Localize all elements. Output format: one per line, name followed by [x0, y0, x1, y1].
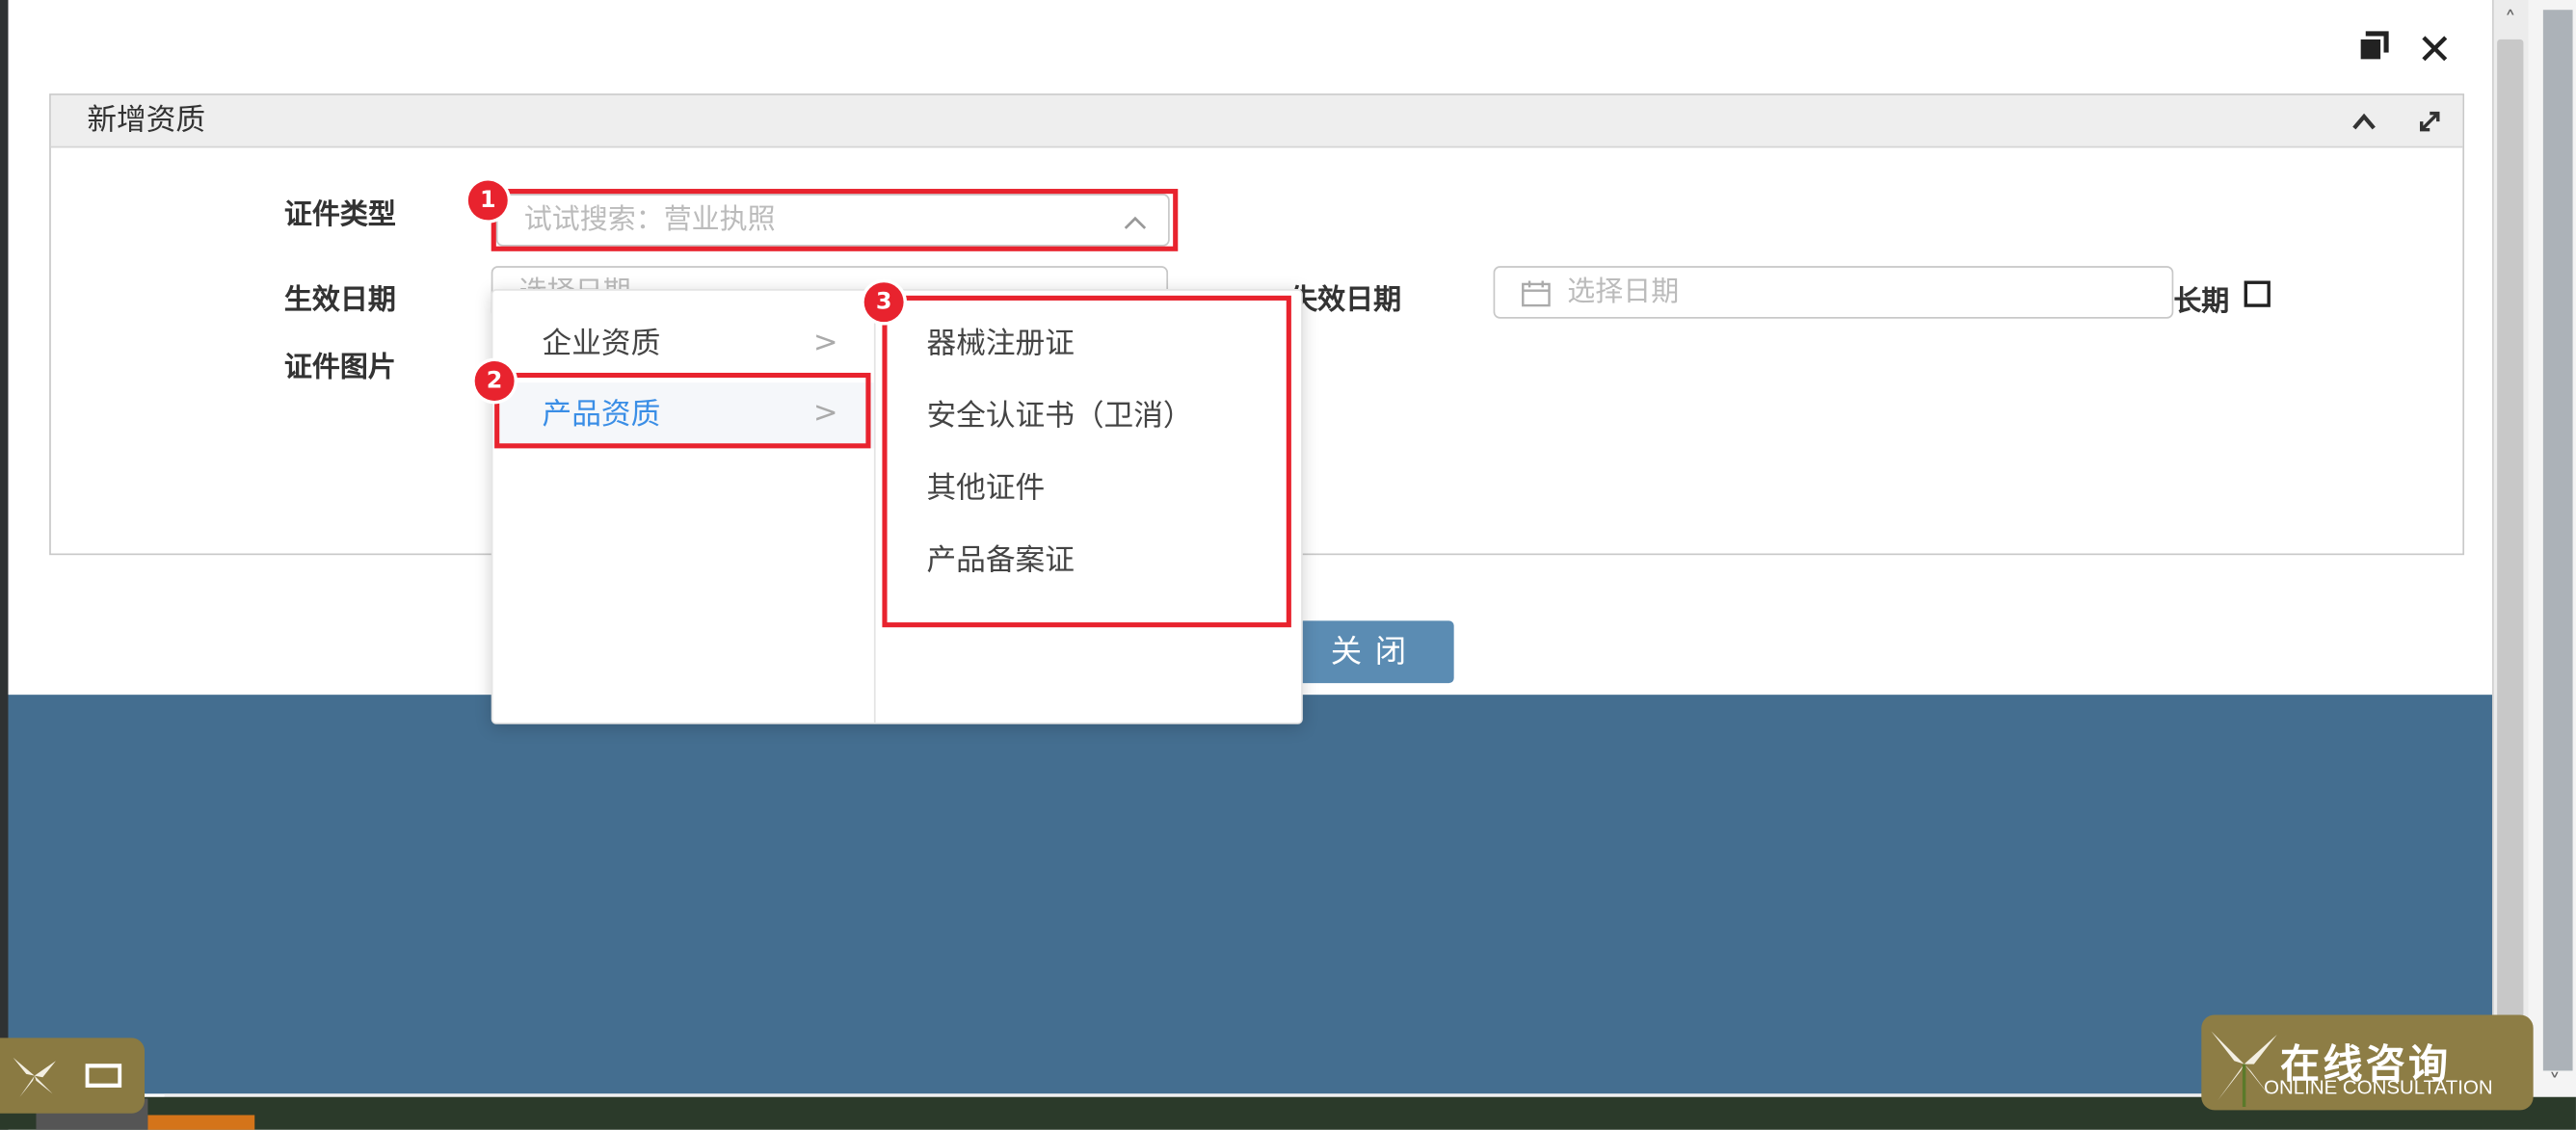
lily-flower-icon	[13, 1057, 56, 1097]
outer-scroll-thumb[interactable]	[2542, 10, 2573, 1071]
restore-icon[interactable]	[2348, 26, 2401, 79]
long-term-label: 长期	[2173, 285, 2230, 318]
long-term-checkbox[interactable]	[2244, 280, 2271, 307]
scroll-up-icon[interactable]: ˄	[2492, 3, 2529, 39]
calendar-icon	[1522, 280, 1551, 307]
chevron-right-icon: >	[812, 325, 838, 360]
collapse-icon[interactable]	[2334, 102, 2393, 142]
cascader-divider	[873, 290, 876, 723]
panel-header: 新增资质	[50, 94, 2463, 148]
highlight-box-3	[882, 295, 1291, 628]
panel-title: 新增资质	[87, 103, 206, 139]
expiry-date-label: 失效日期	[1289, 283, 1402, 316]
cascader-option-label: 企业资质	[542, 327, 661, 362]
step-badge-2: 2	[474, 361, 515, 401]
step-badge-3: 3	[863, 282, 904, 323]
taskbar	[0, 1096, 2576, 1130]
expiry-date-input[interactable]: 选择日期	[1493, 266, 2174, 319]
chevron-up-icon	[2352, 113, 2376, 130]
cascader-option-enterprise[interactable]: 企业资质 >	[492, 314, 873, 380]
highlight-box-1	[491, 189, 1179, 251]
expand-icon[interactable]	[2401, 102, 2459, 142]
expiry-date-placeholder: 选择日期	[1567, 276, 1680, 309]
highlight-box-2	[494, 372, 871, 449]
window-left-edge	[0, 0, 9, 1130]
page-backdrop	[8, 695, 2493, 1094]
floating-widget-left[interactable]	[0, 1038, 146, 1114]
close-dialog-button[interactable]: 关闭	[1296, 620, 1454, 684]
consultation-subtitle: ONLINE CONSULTATION	[2264, 1075, 2493, 1099]
cert-type-label: 证件类型	[283, 198, 396, 230]
cert-image-label: 证件图片	[283, 351, 396, 383]
maximize-arrows-icon	[2420, 111, 2440, 132]
step-badge-1: 1	[467, 180, 508, 221]
scroll-thumb[interactable]	[2497, 39, 2524, 1025]
close-icon[interactable]: ✕	[2408, 26, 2461, 79]
restore-icon-svg	[2357, 31, 2389, 63]
effective-date-label: 生效日期	[283, 283, 396, 316]
dialog-window: ✕ 新增资质 证件类型 生效日期 证件图片 失效日期 长期 试试搜索：营业执照 …	[8, 0, 2493, 724]
taskbar-item-active[interactable]	[147, 1115, 255, 1130]
window-icon	[85, 1064, 122, 1088]
